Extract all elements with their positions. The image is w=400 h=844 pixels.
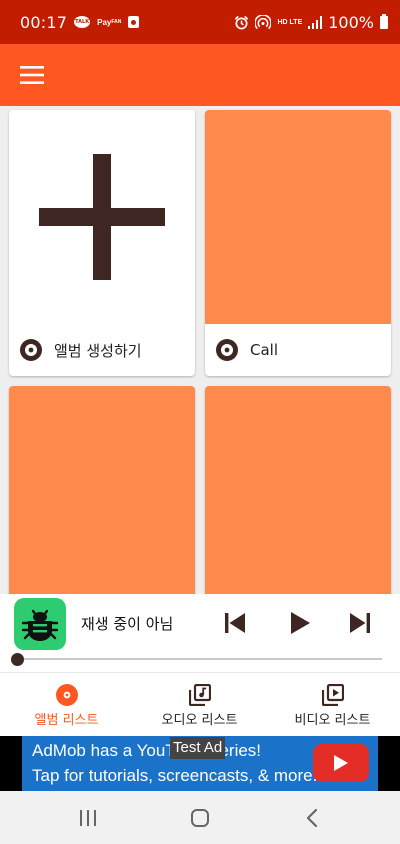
album-label: 앨범 생성하기 [54,341,142,360]
create-album-footer: 앨범 생성하기 [9,324,195,376]
previous-button[interactable] [219,607,251,639]
album-cover [9,386,195,594]
alarm-icon [234,15,249,30]
skip-previous-icon [225,613,245,633]
signal-icon [308,15,323,29]
nav-video-list[interactable]: 비디오 리스트 [266,673,399,737]
disc-icon [20,339,42,361]
back-icon [306,808,318,828]
youtube-play-icon [334,755,348,771]
play-icon [291,612,310,634]
pay-label: Pay [97,17,112,27]
nav-album-list[interactable]: 앨범 리스트 [0,673,133,737]
screen: 00:17 TALK Pay FAN HD LTE 100% 앨범 생성하기 C… [0,0,400,844]
album-cover [205,386,391,594]
create-album-card[interactable]: 앨범 생성하기 [9,110,195,376]
test-ad-label: Test Ad [170,737,226,759]
now-playing-text: 재생 중이 아님 [81,615,174,633]
play-button[interactable] [284,607,316,639]
home-icon [191,809,209,827]
app-bar [0,44,400,106]
nav-audio-list-label: 오디오 리스트 [161,713,238,728]
album-card[interactable] [9,386,195,594]
nav-video-list-label: 비디오 리스트 [294,713,371,728]
music-note-icon [188,684,211,706]
album-art[interactable] [14,598,66,650]
status-left: 00:17 TALK Pay FAN [20,12,140,32]
album-card[interactable]: Call [205,110,391,376]
status-bar: 00:17 TALK Pay FAN HD LTE 100% [0,0,400,44]
recent-apps-icon [80,810,96,826]
hd-lte-icon: HD LTE [277,19,302,26]
bug-icon [22,609,58,641]
progress-track[interactable] [18,658,382,660]
ad-subline: Tap for tutorials, screencasts, & more. [32,766,318,785]
home-button[interactable] [186,805,214,831]
album-card[interactable] [205,386,391,594]
bottom-nav: 앨범 리스트 오디오 리스트 비디오 리스트 [0,672,400,736]
nav-album-list-label: 앨범 리스트 [34,713,99,728]
system-nav-bar [0,791,400,844]
next-button[interactable] [344,607,376,639]
album-label: Call [250,341,279,359]
back-button[interactable] [298,805,326,831]
talk-icon: TALK [74,16,91,28]
disc-icon [216,339,238,361]
status-right: HD LTE 100% [234,13,388,32]
hotspot-icon [255,14,272,30]
status-time: 00:17 [20,12,68,32]
hamburger-menu-icon[interactable] [16,60,48,90]
hd-label: HD [277,18,288,26]
recent-apps-button[interactable] [74,805,102,831]
video-icon [321,684,344,706]
pay-icon: Pay FAN [97,17,122,27]
pay-sub-label: FAN [111,18,122,25]
plus-icon [39,154,165,280]
album-footer: Call [205,324,391,376]
album-icon [55,684,78,706]
battery-percent: 100% [328,12,374,32]
skip-next-icon [350,613,370,633]
youtube-play-button[interactable] [313,744,369,782]
screen-record-icon [128,16,140,28]
ad-headline: AdMob has a YouTube Series! [32,741,262,760]
nav-audio-list[interactable]: 오디오 리스트 [133,673,266,737]
album-cover [205,110,391,324]
create-album-media [9,110,195,324]
progress-thumb[interactable] [11,653,24,666]
album-grid: 앨범 생성하기 Call [0,106,400,594]
lte-label: LTE [289,18,303,26]
battery-icon [380,13,388,29]
